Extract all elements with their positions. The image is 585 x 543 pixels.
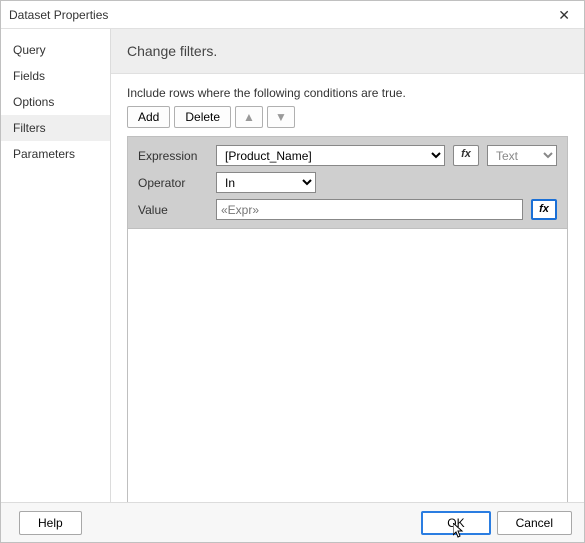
expression-row: Expression [Product_Name] fx Text (138, 145, 557, 166)
fx-button-value[interactable]: fx (531, 199, 557, 220)
expression-select[interactable]: [Product_Name] (216, 145, 445, 166)
sidebar-item-fields[interactable]: Fields (1, 63, 110, 89)
dataset-properties-dialog: Dataset Properties ✕ Query Fields Option… (0, 0, 585, 543)
cancel-button[interactable]: Cancel (497, 511, 572, 535)
value-input[interactable] (216, 199, 523, 220)
expression-label: Expression (138, 149, 208, 163)
page-heading: Change filters. (111, 29, 584, 74)
titlebar: Dataset Properties ✕ (1, 1, 584, 29)
operator-row: Operator In (138, 172, 557, 193)
content-area: Include rows where the following conditi… (111, 74, 584, 502)
value-row: Value fx (138, 199, 557, 220)
sidebar-item-label: Filters (13, 121, 46, 135)
operator-label: Operator (138, 176, 208, 190)
sidebar: Query Fields Options Filters Parameters (1, 29, 111, 502)
operator-select[interactable]: In (216, 172, 316, 193)
filter-list-area (127, 229, 568, 502)
sidebar-item-query[interactable]: Query (1, 37, 110, 63)
help-button[interactable]: Help (19, 511, 82, 535)
value-label: Value (138, 203, 208, 217)
main-panel: Change filters. Include rows where the f… (111, 29, 584, 502)
window-title: Dataset Properties (9, 8, 108, 22)
move-up-icon[interactable]: ▲ (235, 106, 263, 128)
add-button[interactable]: Add (127, 106, 170, 128)
sidebar-item-filters[interactable]: Filters (1, 115, 110, 141)
ok-button-label: OK (447, 516, 464, 530)
fx-button-expression[interactable]: fx (453, 145, 479, 166)
move-down-icon[interactable]: ▼ (267, 106, 295, 128)
filter-toolbar: Add Delete ▲ ▼ (127, 106, 568, 128)
delete-button[interactable]: Delete (174, 106, 231, 128)
filter-editor: Expression [Product_Name] fx Text Operat… (127, 136, 568, 229)
dialog-footer: Help OK Cancel (1, 502, 584, 542)
dialog-body: Query Fields Options Filters Parameters … (1, 29, 584, 502)
close-icon[interactable]: ✕ (552, 6, 576, 24)
sidebar-item-label: Parameters (13, 147, 75, 161)
sidebar-item-label: Fields (13, 69, 45, 83)
sidebar-item-label: Query (13, 43, 46, 57)
type-select[interactable]: Text (487, 145, 557, 166)
sidebar-item-parameters[interactable]: Parameters (1, 141, 110, 167)
sidebar-item-options[interactable]: Options (1, 89, 110, 115)
instruction-text: Include rows where the following conditi… (127, 86, 568, 100)
sidebar-item-label: Options (13, 95, 54, 109)
ok-button[interactable]: OK (421, 511, 490, 535)
